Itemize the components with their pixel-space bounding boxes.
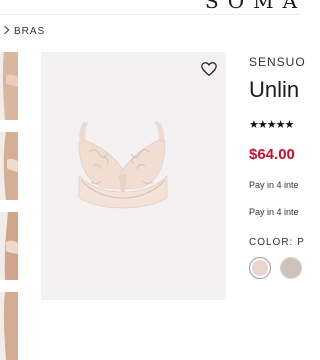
bra-illustration <box>41 52 226 300</box>
rating-stars[interactable]: ★★★★★ <box>249 118 294 131</box>
installment-line-1[interactable]: Pay in 4 inte <box>249 180 299 190</box>
color-swatch[interactable] <box>280 257 302 279</box>
product-main-image[interactable] <box>41 52 226 300</box>
installment-line-2[interactable]: Pay in 4 inte <box>249 207 299 217</box>
heart-icon[interactable] <box>200 60 218 78</box>
product-collection: SENSUO <box>249 55 306 69</box>
site-header: SOMA <box>0 0 300 15</box>
breadcrumb: BRAS <box>0 25 45 37</box>
thumbnail-1[interactable] <box>0 52 18 120</box>
product-title: Unlin <box>249 77 300 102</box>
brand-logo[interactable]: SOMA <box>205 0 300 13</box>
thumbnail-3[interactable] <box>0 212 18 280</box>
swatch-fill <box>252 260 268 276</box>
product-price: $64.00 <box>249 146 295 163</box>
color-swatch-selected[interactable] <box>249 257 271 279</box>
thumbnail-4[interactable] <box>0 292 18 360</box>
breadcrumb-item-bras[interactable]: BRAS <box>14 26 45 37</box>
chevron-right-icon <box>0 25 10 35</box>
color-label: COLOR: P <box>249 237 305 248</box>
thumbnail-2[interactable] <box>0 132 18 200</box>
